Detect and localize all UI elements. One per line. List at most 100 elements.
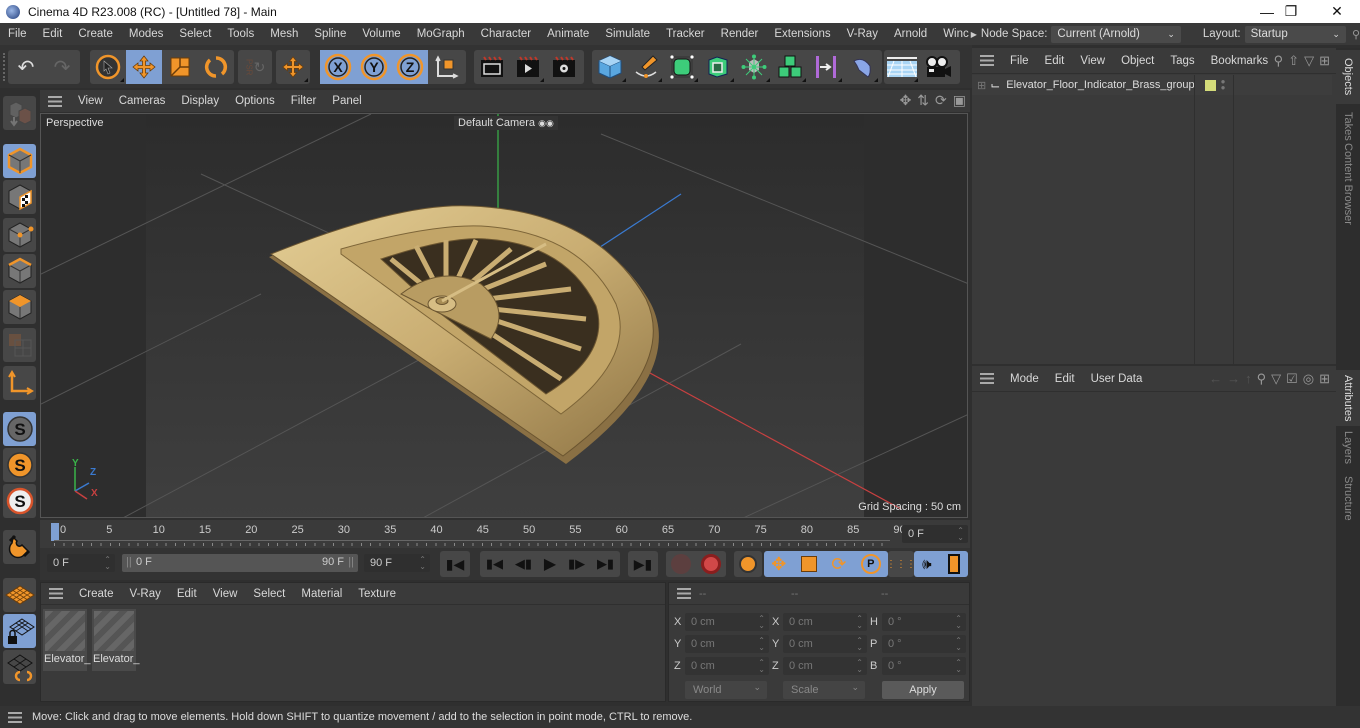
coordinate-hamburger-icon[interactable] (677, 588, 691, 599)
back-arrow-icon[interactable]: ← (1209, 371, 1222, 387)
key-rotation-icon[interactable]: ⟳ (831, 554, 846, 575)
pan-view-icon[interactable]: ✥ (900, 92, 912, 109)
menu-create[interactable]: Create (70, 28, 121, 40)
move-tool-button[interactable] (126, 50, 162, 84)
goto-start-button[interactable]: ▮◀ (440, 551, 470, 577)
material-menu-texture[interactable]: Texture (350, 588, 404, 600)
object-menu-file[interactable]: File (1002, 55, 1037, 67)
floor-button[interactable] (884, 50, 920, 84)
uv-mode-button[interactable] (3, 328, 36, 362)
prev-frame-button[interactable]: ◀▮ (515, 556, 532, 572)
object-menu-object[interactable]: Object (1113, 55, 1162, 67)
pos-x-field[interactable]: 0 cm ⌃ ⌄ (685, 613, 769, 631)
subdivision-surface-button[interactable] (664, 50, 700, 84)
node-space-dropdown[interactable]: Current (Arnold) ⌄ (1051, 25, 1181, 43)
target-icon[interactable]: ◎ (1303, 371, 1314, 387)
camera-button[interactable] (920, 50, 956, 84)
next-frame-button[interactable]: ▮▶ (568, 556, 585, 572)
playhead[interactable] (51, 523, 59, 541)
material-menu-vray[interactable]: V-Ray (122, 588, 169, 600)
layout-dropdown[interactable]: Startup ⌄ (1244, 25, 1346, 43)
goto-end-button[interactable]: ▶▮ (628, 551, 658, 577)
viewport-menu-cameras[interactable]: Cameras (111, 95, 174, 107)
menu-mograph[interactable]: MoGraph (409, 28, 473, 40)
material-menu-create[interactable]: Create (71, 588, 122, 600)
layer-color-swatch[interactable] (1204, 79, 1216, 91)
visibility-dots-icon[interactable]: ● ● (1221, 78, 1226, 92)
rot-b-field[interactable]: 0 ° ⌃ ⌄ (882, 657, 966, 675)
y-axis-button[interactable]: Y (356, 50, 392, 84)
material-menu-select[interactable]: Select (245, 588, 293, 600)
viewport-hamburger-icon[interactable] (48, 95, 62, 107)
next-key-button[interactable]: ▶▮ (597, 556, 614, 572)
mograph-button[interactable] (772, 50, 808, 84)
pos-y-field[interactable]: 0 cm ⌃ ⌄ (685, 635, 769, 653)
up-arrow-icon[interactable]: ↑ (1245, 371, 1252, 387)
viewport-menu-panel[interactable]: Panel (324, 95, 369, 107)
menu-mesh[interactable]: Mesh (262, 28, 306, 40)
z-axis-button[interactable]: Z (392, 50, 428, 84)
material-menu-view[interactable]: View (205, 588, 246, 600)
key-parameter-icon[interactable]: P (860, 554, 881, 574)
menu-spline[interactable]: Spline (306, 28, 354, 40)
menu-window[interactable]: Winc (935, 28, 971, 40)
autokey-button[interactable] (701, 554, 721, 574)
object-row[interactable]: ⊞ ⌙ Elevator_Floor_Indicator_Brass_group… (972, 75, 1332, 95)
restore-button[interactable]: ❐ (1268, 0, 1314, 23)
material-menu-material[interactable]: Material (293, 588, 350, 600)
key-position-icon[interactable]: ✥ (771, 554, 786, 575)
viewport-menu-view[interactable]: View (70, 95, 111, 107)
menu-render[interactable]: Render (713, 28, 767, 40)
attribute-menu-userdata[interactable]: User Data (1083, 373, 1151, 385)
render-settings-button[interactable] (546, 50, 582, 84)
workplane-button[interactable] (3, 578, 36, 612)
extrude-button[interactable] (700, 50, 736, 84)
current-frame-field[interactable]: 0 F ⌃ ⌄ (902, 525, 968, 543)
move-transform-button[interactable] (276, 50, 310, 84)
menu-tools[interactable]: Tools (219, 28, 262, 40)
menu-simulate[interactable]: Simulate (597, 28, 658, 40)
tab-takes[interactable]: Takes (1336, 106, 1360, 146)
menu-volume[interactable]: Volume (354, 28, 408, 40)
model-mode-button[interactable] (3, 144, 36, 178)
coordinate-mode-dropdown[interactable]: Scale ⌄ (783, 681, 865, 699)
material-menu-edit[interactable]: Edit (169, 588, 205, 600)
menu-select[interactable]: Select (171, 28, 219, 40)
tab-layers[interactable]: Layers (1336, 428, 1360, 468)
coordinate-system-button[interactable] (428, 50, 464, 84)
expand-icon[interactable]: ⊞ (977, 79, 986, 92)
menu-arnold[interactable]: Arnold (886, 28, 935, 40)
points-mode-button[interactable] (3, 218, 36, 252)
pos-z-field[interactable]: 0 cm ⌃ ⌄ (685, 657, 769, 675)
edges-mode-button[interactable] (3, 254, 36, 288)
polygons-mode-button[interactable] (3, 290, 36, 324)
status-hamburger-icon[interactable] (8, 711, 22, 723)
object-menu-bookmarks[interactable]: Bookmarks (1203, 55, 1277, 67)
rot-p-field[interactable]: 0 ° ⌃ ⌄ (882, 635, 966, 653)
sound-icon[interactable]: 🕪 (922, 556, 931, 573)
render-view-button[interactable] (474, 50, 510, 84)
search-icon[interactable]: ⚲ (1352, 28, 1360, 41)
menu-character[interactable]: Character (473, 28, 540, 40)
menu-tracker[interactable]: Tracker (658, 28, 713, 40)
cube-button[interactable] (592, 50, 628, 84)
object-name[interactable]: Elevator_Floor_Indicator_Brass_group (1006, 79, 1194, 91)
toggle-view-icon[interactable]: ▣ (953, 92, 966, 109)
object-hamburger-icon[interactable] (980, 55, 994, 66)
menu-animate[interactable]: Animate (539, 28, 597, 40)
camera-label[interactable]: Default Camera ◉◉ (454, 116, 558, 130)
lock-icon[interactable]: ☑ (1286, 371, 1298, 387)
select-tool-button[interactable] (90, 50, 126, 84)
rot-h-field[interactable]: 0 ° ⌃ ⌄ (882, 613, 966, 631)
menu-edit[interactable]: Edit (35, 28, 71, 40)
film-icon[interactable] (947, 554, 960, 574)
snap-button[interactable]: S (3, 412, 36, 446)
tab-structure[interactable]: Structure (1336, 470, 1360, 526)
attribute-hamburger-icon[interactable] (980, 373, 994, 384)
start-frame-field[interactable]: 0 F ⌃ ⌄ (47, 554, 115, 572)
record-button[interactable] (671, 554, 691, 574)
prev-key-button[interactable]: ▮◀ (486, 556, 503, 572)
filter-icon[interactable]: ▽ (1304, 53, 1314, 69)
new-window-icon[interactable]: ⊞ (1319, 371, 1330, 387)
render-picture-viewer-button[interactable] (510, 50, 546, 84)
